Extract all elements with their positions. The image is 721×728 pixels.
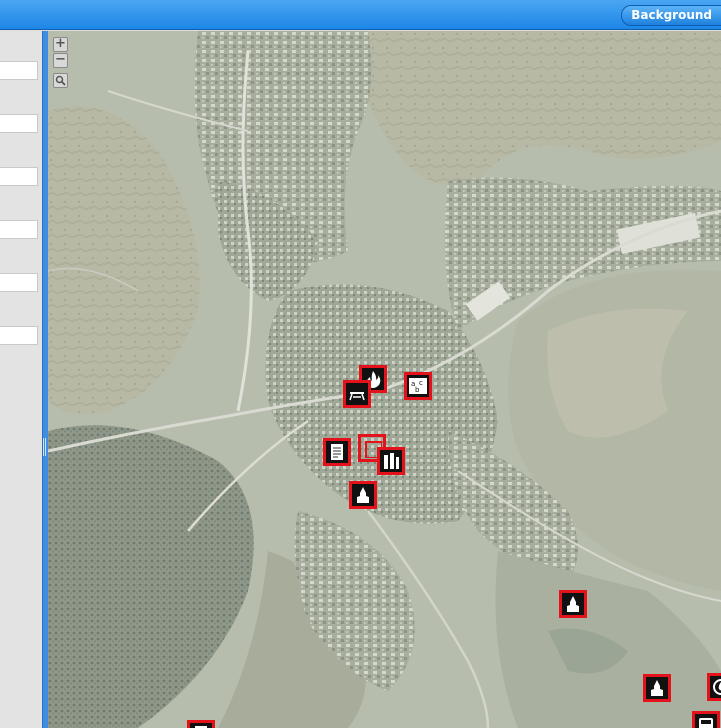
zoom-out-button[interactable]: − (53, 53, 68, 68)
sidebar-panel (0, 31, 42, 728)
background-button[interactable]: Background (621, 5, 721, 26)
church-icon (357, 487, 369, 503)
sidebar-field[interactable] (0, 61, 38, 80)
church-icon (651, 680, 663, 696)
map-view[interactable]: + − a c b (48, 31, 721, 728)
school-abc-icon: a c b (409, 378, 427, 394)
church-icon (567, 596, 579, 612)
sidebar-field[interactable] (0, 273, 38, 292)
church-marker[interactable] (559, 590, 587, 618)
zoom-in-button[interactable]: + (53, 37, 68, 52)
fire-icon (713, 679, 721, 695)
picnic-icon (349, 392, 365, 401)
bus-icon (699, 718, 713, 728)
svg-text:c: c (419, 379, 423, 387)
search-icon (55, 75, 66, 86)
svg-text:b: b (415, 386, 420, 394)
school-marker[interactable]: a c b (404, 372, 432, 400)
document-icon (331, 444, 343, 460)
document-marker[interactable] (187, 720, 215, 728)
splitter-grip-icon[interactable] (43, 438, 46, 456)
document-marker[interactable] (323, 438, 351, 466)
fire-marker[interactable] (707, 673, 721, 701)
picnic-marker[interactable] (343, 380, 371, 408)
document-icon (195, 726, 207, 728)
sidebar-field[interactable] (0, 326, 38, 345)
church-marker[interactable] (643, 674, 671, 702)
sidebar-field[interactable] (0, 167, 38, 186)
bus-marker[interactable] (692, 711, 720, 728)
search-button[interactable] (53, 73, 68, 88)
sidebar-field[interactable] (0, 220, 38, 239)
sidebar-field[interactable] (0, 114, 38, 133)
building-icon (384, 453, 399, 469)
church-marker[interactable] (349, 481, 377, 509)
building-marker[interactable] (377, 447, 405, 475)
top-toolbar: Background (0, 0, 721, 30)
